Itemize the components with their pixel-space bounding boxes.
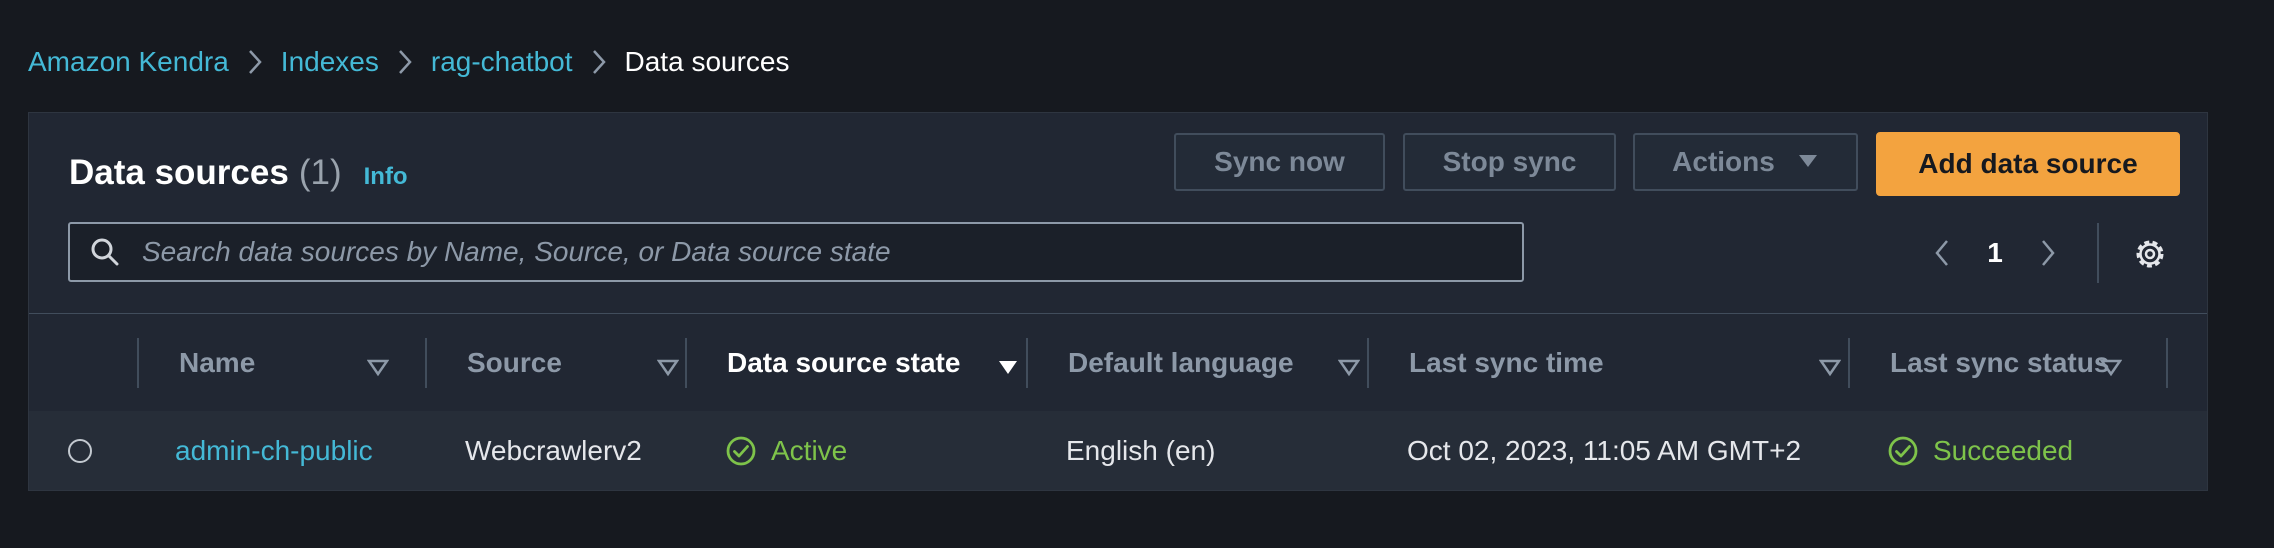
data-source-count: (1) <box>298 153 342 192</box>
column-divider <box>2166 338 2168 388</box>
sync-status-label: Succeeded <box>1933 434 2074 466</box>
data-source-last-sync-time: Oct 02, 2023, 11:05 AM GMT+2 <box>1407 434 1802 466</box>
row-select-radio[interactable] <box>68 411 92 490</box>
search-field[interactable] <box>68 222 1524 282</box>
divider <box>2097 223 2099 283</box>
check-circle-icon <box>726 436 756 465</box>
column-header-last-sync-time[interactable]: Last sync time <box>1409 314 1842 412</box>
data-source-language: English (en) <box>1066 434 1216 466</box>
breadcrumb: Amazon Kendra Indexes rag-chatbot Data s… <box>28 44 789 80</box>
actions-dropdown[interactable]: Actions <box>1633 133 1858 191</box>
column-header-label: Last sync time <box>1409 347 1604 378</box>
chevron-right-icon <box>229 48 281 76</box>
add-data-source-button[interactable]: Add data source <box>1876 132 2180 196</box>
chevron-right-icon <box>379 48 431 76</box>
caret-down-icon <box>1797 149 1819 175</box>
current-page[interactable]: 1 <box>1970 237 2020 269</box>
column-header-data-source-state[interactable]: Data source state <box>727 314 1019 412</box>
search-input[interactable] <box>140 235 1522 269</box>
breadcrumb-rag-chatbot[interactable]: rag-chatbot <box>431 46 573 78</box>
sort-icon <box>656 352 680 384</box>
column-header-default-language[interactable]: Default language <box>1068 314 1361 412</box>
column-header-label: Source <box>467 347 562 378</box>
column-header-label: Data source state <box>727 347 961 378</box>
stop-sync-button[interactable]: Stop sync <box>1403 133 1616 191</box>
table-header: Name Source Data source state Default la… <box>29 313 2207 413</box>
panel-title-text: Data sources <box>69 153 289 192</box>
sort-icon <box>1337 352 1361 384</box>
sort-icon <box>366 352 390 384</box>
column-divider <box>137 338 139 388</box>
breadcrumb-current: Data sources <box>624 46 790 77</box>
column-divider <box>1367 338 1369 388</box>
column-divider <box>425 338 427 388</box>
settings-gear-icon[interactable] <box>2127 231 2173 277</box>
sync-now-button[interactable]: Sync now <box>1174 133 1385 191</box>
column-divider <box>1026 338 1028 388</box>
column-divider <box>685 338 687 388</box>
state-label: Active <box>771 434 848 466</box>
check-circle-icon <box>1888 436 1918 465</box>
previous-page-icon[interactable] <box>1914 238 1970 268</box>
data-source-last-sync-status: Succeeded <box>1887 411 2073 490</box>
info-link[interactable]: Info <box>364 163 408 191</box>
actions-label: Actions <box>1672 146 1775 177</box>
column-header-name[interactable]: Name <box>179 314 390 412</box>
column-header-source[interactable]: Source <box>467 314 680 412</box>
sort-icon <box>2099 352 2123 384</box>
column-divider <box>1848 338 1850 388</box>
data-source-state: Active <box>725 411 847 490</box>
data-source-source: Webcrawlerv2 <box>465 434 642 466</box>
data-sources-panel: Data sources (1) Info Sync now Stop sync… <box>28 112 2208 491</box>
radio-button[interactable] <box>68 438 92 463</box>
sort-descending-icon <box>997 352 1019 384</box>
data-source-name-link[interactable]: admin-ch-public <box>175 411 373 490</box>
column-header-label: Last sync status <box>1890 347 2110 378</box>
column-header-label: Name <box>179 347 256 378</box>
page-title: Data sources (1) Info <box>69 153 408 193</box>
column-header-last-sync-status[interactable]: Last sync status <box>1890 314 2123 412</box>
breadcrumb-indexes[interactable]: Indexes <box>281 46 379 78</box>
pagination: 1 <box>1914 223 2076 283</box>
breadcrumb-amazon-kendra[interactable]: Amazon Kendra <box>28 46 229 78</box>
chevron-right-icon <box>573 48 625 76</box>
sort-icon <box>1818 352 1842 384</box>
search-icon <box>70 237 140 267</box>
table-row[interactable]: admin-ch-public Webcrawlerv2 Active Engl… <box>29 411 2207 490</box>
column-header-label: Default language <box>1068 347 1294 378</box>
next-page-icon[interactable] <box>2020 238 2076 268</box>
